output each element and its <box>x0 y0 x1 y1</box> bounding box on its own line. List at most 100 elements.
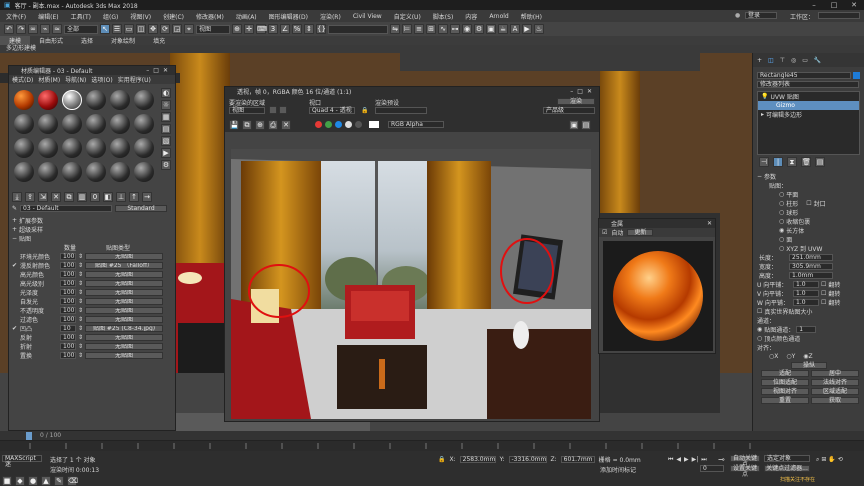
realworld-checkbox[interactable]: ☐ <box>757 308 762 315</box>
material-name-field[interactable]: 03 - Default <box>20 205 113 212</box>
quick-tool-5-icon[interactable]: ✎ <box>54 475 64 486</box>
sample-slot[interactable] <box>110 90 130 110</box>
backlight-icon[interactable]: ☼ <box>161 100 171 110</box>
reference-coordinate-dropdown[interactable]: 视图 <box>196 24 230 34</box>
pivot-icon[interactable]: ⊕ <box>232 24 242 34</box>
sample-slot[interactable] <box>14 90 34 110</box>
green-channel-icon[interactable] <box>325 121 332 128</box>
w-flip-checkbox[interactable]: ☐ <box>821 299 826 306</box>
map-button[interactable]: 贴图 #25 （Falloff） <box>85 262 164 269</box>
place-icon[interactable]: ⌖ <box>184 24 194 34</box>
map-amount-field[interactable]: 100 <box>60 271 76 278</box>
me-menu-options[interactable]: 选项(O) <box>91 75 112 84</box>
mapping-radio[interactable]: ○ <box>779 245 784 252</box>
render-setup-icon[interactable]: ⚙ <box>474 24 484 34</box>
background-swatch[interactable] <box>369 121 379 128</box>
modify-tab-icon[interactable]: ◫ <box>768 57 774 64</box>
quick-tool-1-icon[interactable]: ■ <box>2 475 12 486</box>
object-name-field[interactable]: Rectangle45 <box>757 72 852 79</box>
update-button[interactable]: 更新 <box>627 229 654 236</box>
map-amount-field[interactable]: 100 <box>60 289 76 296</box>
sample-slot[interactable] <box>134 90 154 110</box>
link-icon[interactable]: ∞ <box>28 24 38 34</box>
sample-slot[interactable] <box>38 90 58 110</box>
bind-spacewarp-icon[interactable]: ≈ <box>52 24 62 34</box>
sample-slot[interactable] <box>38 162 58 182</box>
map-amount-field[interactable]: 100 <box>60 307 76 314</box>
autokey-button[interactable]: 自动关键点 <box>730 455 760 468</box>
map-button[interactable]: 贴图 #25 (C8-34.jpg) <box>85 325 164 332</box>
clone-frame-icon[interactable]: ⊕ <box>255 119 265 130</box>
menu-create[interactable]: 创建(C) <box>157 12 190 21</box>
quick-tool-3-icon[interactable]: ● <box>28 475 38 486</box>
map-amount-field[interactable]: 10 <box>60 325 76 332</box>
copy-image-icon[interactable]: ⧉ <box>242 119 252 130</box>
map-button[interactable]: 无贴图 <box>85 334 164 341</box>
set-key-button[interactable]: 设置关键点 <box>730 465 760 478</box>
map-amount-field[interactable]: 100 <box>60 298 76 305</box>
remove-modifier-icon[interactable]: 🗑 <box>801 156 811 167</box>
reset-map-icon[interactable]: ✕ <box>51 191 61 202</box>
map-button[interactable]: 无贴图 <box>85 289 164 296</box>
blue-channel-icon[interactable] <box>335 121 342 128</box>
menu-file[interactable]: 文件(F) <box>0 12 32 21</box>
map-amount-field[interactable]: 100 <box>60 352 76 359</box>
map-spinner-icon[interactable]: ⇕ <box>78 289 83 296</box>
render-button[interactable]: 渲染 <box>557 98 595 105</box>
map-spinner-icon[interactable]: ⇕ <box>78 334 83 341</box>
sample-slot[interactable] <box>134 114 154 134</box>
map-enable-checkbox[interactable]: ✔ <box>12 325 18 332</box>
w-tile-field[interactable]: 1.0 <box>793 299 819 306</box>
height-field[interactable]: 1.0mm <box>789 272 833 279</box>
map-amount-field[interactable]: 100 <box>60 316 76 323</box>
mirror-icon[interactable]: ⇋ <box>390 24 400 34</box>
material-editor-icon[interactable]: ◉ <box>462 24 472 34</box>
render-iterative-icon[interactable]: ▶ <box>522 24 532 34</box>
view-align-button[interactable]: 视图对齐 <box>761 388 809 395</box>
configure-sets-icon[interactable]: ▤ <box>815 156 825 167</box>
menu-group[interactable]: 组(G) <box>97 12 124 21</box>
mapping-option[interactable]: ○ 柱形 ☐ 封口 <box>757 199 860 208</box>
rollout-maps[interactable]: − 贴图 <box>12 234 172 243</box>
product-level-dropdown[interactable]: 产品级 <box>543 107 595 114</box>
mapping-radio[interactable]: ○ <box>779 218 784 225</box>
u-flip-checkbox[interactable]: ☐ <box>821 281 826 288</box>
map-button[interactable]: 无贴图 <box>85 280 164 287</box>
map-button[interactable]: 无贴图 <box>85 307 164 314</box>
menu-rendering[interactable]: 渲染(R) <box>314 12 347 21</box>
menu-scripting[interactable]: 脚本(S) <box>427 12 460 21</box>
mapping-radio[interactable]: ◉ <box>779 227 784 234</box>
scale-icon[interactable]: ◲ <box>172 24 182 34</box>
map-amount-field[interactable]: 100 <box>60 334 76 341</box>
map-channel-field[interactable]: 1 <box>796 326 817 333</box>
put-to-scene-icon[interactable]: ⇪ <box>25 191 35 202</box>
menu-animation[interactable]: 动画(A) <box>230 12 263 21</box>
clear-image-icon[interactable]: ✕ <box>281 119 291 130</box>
stack-item-editable-poly[interactable]: ▸ 可编辑多边形 <box>758 110 859 119</box>
map-spinner-icon[interactable]: ⇕ <box>78 352 83 359</box>
options-icon[interactable]: ⚙ <box>161 160 171 170</box>
lock-viewport-icon[interactable]: 🔒 <box>361 107 368 114</box>
mapping-option[interactable]: ○ XYZ 到 UVW <box>757 244 860 253</box>
sample-slot[interactable] <box>62 162 82 182</box>
arnold-icon[interactable]: A <box>510 24 520 34</box>
get-material-icon[interactable]: ⤓ <box>12 191 22 202</box>
add-time-tag[interactable]: 添加时间标记 <box>600 465 636 474</box>
teapot-icon[interactable]: ♨ <box>534 24 544 34</box>
orbit-icon[interactable]: ⟲ <box>838 456 843 463</box>
menu-content[interactable]: 内容 <box>459 12 483 21</box>
map-spinner-icon[interactable]: ⇕ <box>78 325 83 332</box>
auto-region-icon[interactable] <box>279 106 287 114</box>
map-button[interactable]: 无贴图 <box>85 253 164 260</box>
show-end-result-icon[interactable]: | <box>773 156 783 167</box>
tab-freeform[interactable]: 自由形式 <box>30 36 72 45</box>
acquire-button[interactable]: 获取 <box>811 397 859 404</box>
stack-item-uvw[interactable]: 💡 UVW 贴图 <box>758 92 859 101</box>
map-button[interactable]: 无贴图 <box>85 271 164 278</box>
selection-filter[interactable]: 全部 <box>64 24 98 34</box>
close-icon[interactable]: ✕ <box>844 0 864 10</box>
align-y-radio[interactable]: ○Y <box>786 353 795 360</box>
hierarchy-tab-icon[interactable]: ⊤ <box>780 57 785 64</box>
select-icon[interactable]: ↖ <box>100 24 110 34</box>
params-header[interactable]: − 参数 <box>757 172 860 181</box>
